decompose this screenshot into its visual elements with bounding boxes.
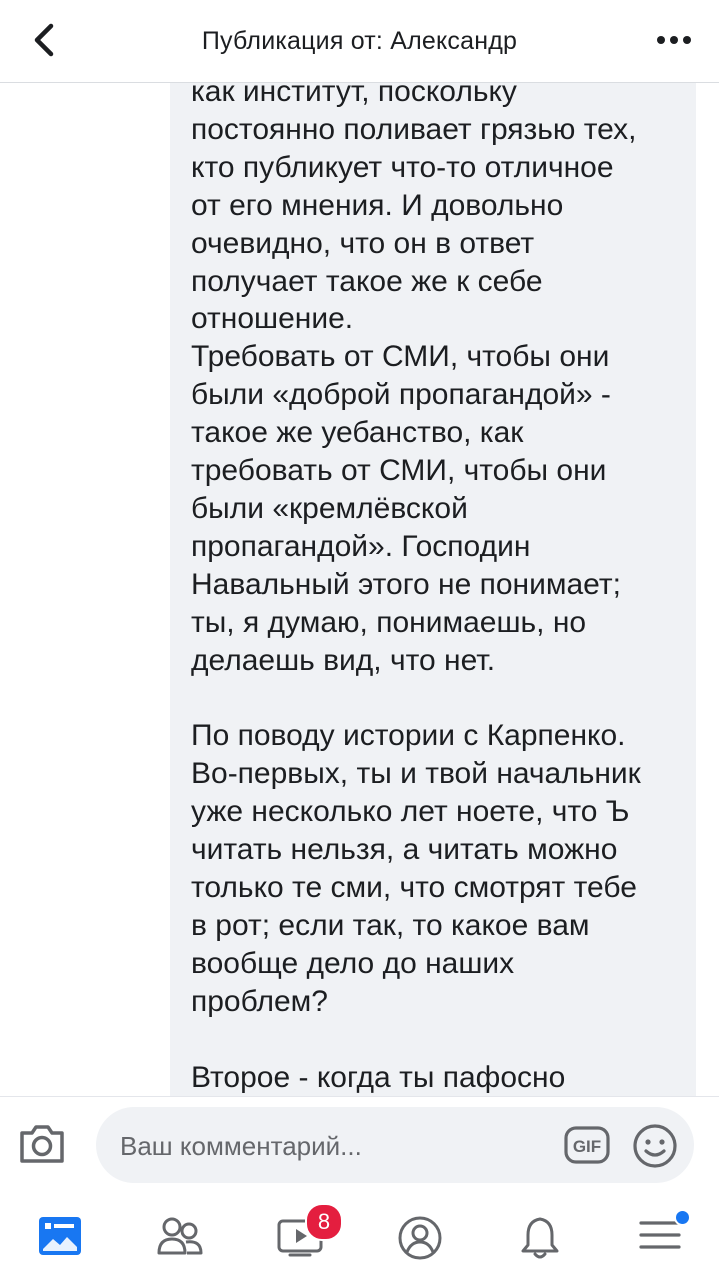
bell-icon: [521, 1217, 559, 1259]
smiley-icon: [633, 1124, 677, 1168]
friends-icon: [157, 1217, 203, 1255]
emoji-button[interactable]: [632, 1123, 678, 1169]
more-horizontal-icon: [657, 36, 691, 44]
tab-notifications[interactable]: [490, 1195, 590, 1280]
watch-badge: 8: [305, 1203, 343, 1241]
tab-profile[interactable]: [370, 1195, 470, 1280]
back-button[interactable]: [22, 20, 66, 60]
comment-composer: GIF: [0, 1096, 719, 1196]
gif-label: GIF: [573, 1137, 601, 1156]
gif-icon: GIF: [564, 1126, 610, 1164]
camera-icon: [20, 1125, 64, 1163]
page-title: Публикация от: Александр: [201, 26, 518, 55]
comment-paragraph: как институт, поскольку постоянно полива…: [191, 83, 637, 677]
comment-input[interactable]: [118, 1123, 542, 1169]
tab-friends[interactable]: [130, 1195, 230, 1280]
comment-thread: как институт, поскольку постоянно полива…: [0, 83, 719, 1096]
top-navigation-bar: Публикация от: Александр: [0, 0, 719, 83]
more-options-button[interactable]: [651, 22, 697, 58]
camera-button[interactable]: [18, 1121, 66, 1165]
profile-icon: [398, 1216, 442, 1260]
comment-paragraph: Второе - когда ты пафосно: [191, 1060, 566, 1094]
comment-paragraph: По поводу истории с Карпенко. Во-первых,…: [191, 719, 641, 1018]
news-feed-icon: [39, 1217, 81, 1255]
chevron-left-icon: [34, 23, 54, 57]
comment-input-container: GIF: [96, 1107, 694, 1183]
comment-body: как институт, поскольку постоянно полива…: [191, 83, 681, 1096]
tab-menu[interactable]: [610, 1195, 710, 1280]
menu-notification-dot: [674, 1209, 691, 1226]
bottom-tab-bar: 8: [0, 1195, 719, 1280]
tab-news-feed[interactable]: [10, 1195, 110, 1280]
gif-button[interactable]: GIF: [564, 1125, 610, 1165]
